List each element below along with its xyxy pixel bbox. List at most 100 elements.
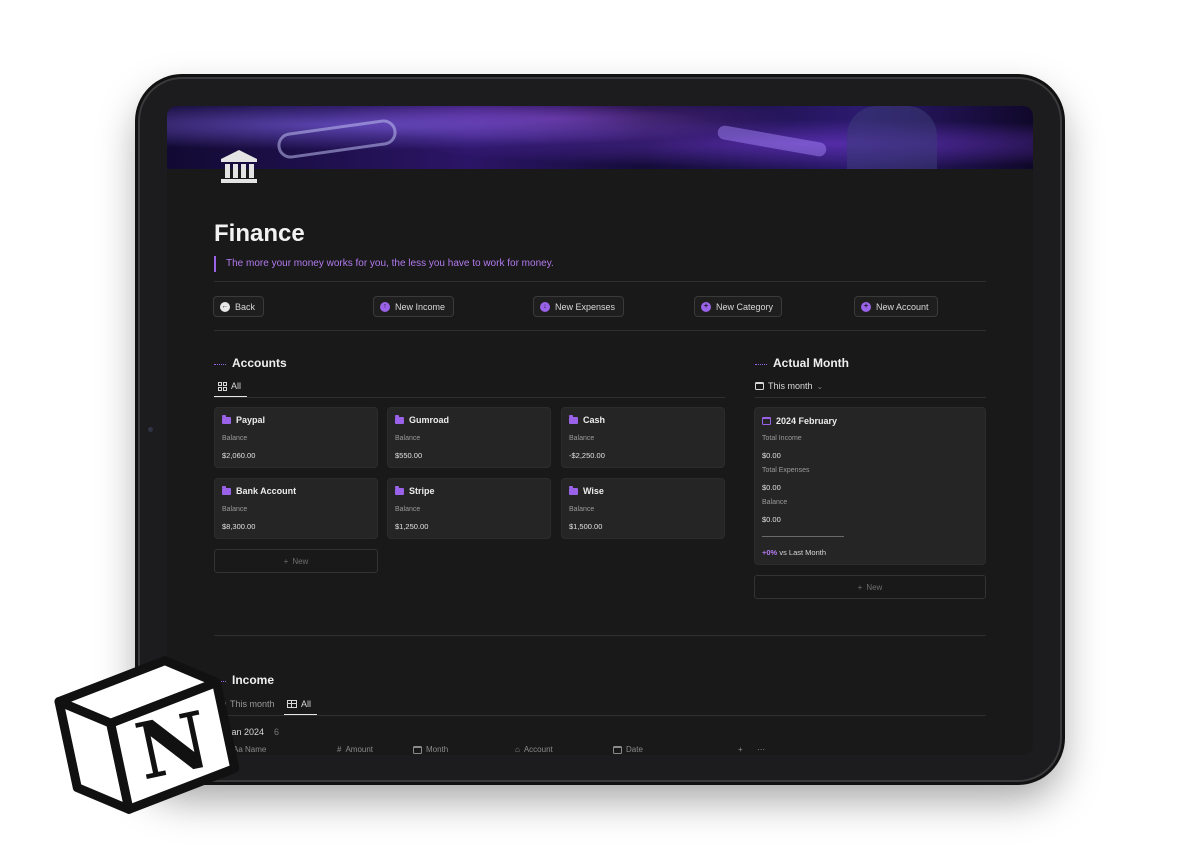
gallery-icon	[218, 381, 227, 391]
folder-icon	[569, 485, 578, 495]
tab-divider	[214, 715, 986, 716]
plus-circle-icon: +	[861, 301, 871, 312]
account-card[interactable]: Stripe Balance $1,250.00	[387, 478, 551, 539]
tab-divider	[755, 397, 986, 398]
accounts-heading[interactable]: Accounts	[214, 356, 287, 370]
progress-line	[762, 536, 844, 537]
plus-icon: +	[857, 582, 863, 592]
balance-value: $0.00	[762, 515, 781, 524]
more-icon: ⋯	[757, 745, 765, 754]
new-income-label: New Income	[395, 301, 446, 312]
month-title: 2024 February	[776, 416, 838, 426]
camera-dot	[148, 427, 153, 432]
add-column-button[interactable]: +	[738, 745, 743, 754]
notion-page: Finance The more your money works for yo…	[167, 106, 1033, 755]
stage: Finance The more your money works for yo…	[0, 0, 1190, 867]
arrow-down-icon: ↓	[540, 301, 550, 312]
balance-value: $1,500.00	[569, 522, 603, 531]
balance-label: Balance	[569, 506, 595, 513]
new-expenses-label: New Expenses	[555, 301, 616, 312]
back-button[interactable]: ← Back	[213, 296, 265, 317]
cover-decoration	[275, 117, 399, 161]
column-header-month[interactable]: Month	[413, 745, 448, 754]
tab-label: All	[301, 699, 312, 709]
column-header-date[interactable]: Date	[613, 745, 643, 754]
page-cover[interactable]	[167, 106, 1033, 169]
change-text: vs Last Month	[779, 548, 827, 557]
new-account-card-button[interactable]: + New	[214, 549, 378, 573]
divider	[214, 281, 986, 282]
tab-income-all[interactable]: All	[287, 699, 311, 709]
column-header-account[interactable]: ⌂ Account	[515, 745, 553, 754]
bank-icon[interactable]	[219, 148, 259, 186]
actual-month-heading[interactable]: Actual Month	[755, 356, 849, 370]
balance-value: -$2,250.00	[569, 451, 605, 460]
total-expenses-value: $0.00	[762, 483, 781, 492]
more-options-button[interactable]: ⋯	[757, 745, 765, 754]
calendar-icon	[762, 417, 771, 425]
arrow-left-icon: ←	[220, 301, 230, 312]
balance-value: $1,250.00	[395, 522, 429, 531]
bank-icon: ⌂	[515, 745, 520, 754]
plus-icon: +	[283, 556, 289, 566]
new-category-button[interactable]: + New Category	[694, 296, 783, 317]
new-category-label: New Category	[716, 301, 774, 312]
account-card[interactable]: Paypal Balance $2,060.00	[214, 407, 378, 468]
chevron-down-icon: ⌄	[816, 381, 824, 391]
calendar-icon	[755, 382, 764, 390]
change-percent: +0%	[762, 548, 778, 557]
balance-label: Balance	[762, 499, 788, 506]
balance-label: Balance	[222, 435, 248, 442]
folder-icon	[569, 414, 578, 424]
new-income-button[interactable]: ↑ New Income	[373, 296, 455, 317]
divider	[214, 635, 986, 636]
balance-label: Balance	[395, 435, 421, 442]
actual-month-heading-label: Actual Month	[773, 356, 849, 370]
calendar-icon	[413, 745, 422, 754]
account-card[interactable]: Wise Balance $1,500.00	[561, 478, 725, 539]
new-account-label: New Account	[876, 301, 929, 312]
tab-label: This month	[768, 381, 813, 391]
divider	[214, 330, 986, 331]
account-name: Bank Account	[236, 486, 297, 496]
tab-this-month[interactable]: This month ⌄	[755, 381, 823, 391]
new-label: New	[292, 556, 309, 566]
balance-value: $2,060.00	[222, 451, 256, 460]
month-summary-card[interactable]: 2024 February Total Income $0.00 Total E…	[754, 407, 986, 565]
wave-icon	[755, 361, 767, 365]
arrow-up-icon: ↑	[380, 301, 390, 312]
new-label: New	[866, 582, 883, 592]
account-card[interactable]: Gumroad Balance $550.00	[387, 407, 551, 468]
page-quote[interactable]: The more your money works for you, the l…	[214, 256, 554, 272]
column-header-amount[interactable]: # Amount	[337, 745, 373, 754]
balance-label: Balance	[395, 506, 421, 513]
folder-icon	[395, 485, 404, 495]
tab-label: All	[231, 381, 242, 391]
balance-value: $8,300.00	[222, 522, 256, 531]
balance-label: Balance	[222, 506, 248, 513]
folder-icon	[222, 485, 231, 495]
new-account-button[interactable]: + New Account	[854, 296, 938, 317]
account-card[interactable]: Cash Balance -$2,250.00	[561, 407, 725, 468]
folder-icon	[222, 414, 231, 424]
group-count: 6	[274, 727, 280, 737]
account-name: Gumroad	[409, 415, 450, 425]
cover-decoration	[847, 106, 937, 169]
account-name: Cash	[583, 415, 606, 425]
balance-label: Balance	[569, 435, 595, 442]
page-title[interactable]: Finance	[214, 220, 305, 248]
tab-divider	[214, 397, 725, 398]
folder-icon	[395, 414, 404, 424]
cover-decoration	[716, 124, 828, 158]
new-month-button[interactable]: + New	[754, 575, 986, 599]
account-card[interactable]: Bank Account Balance $8,300.00	[214, 478, 378, 539]
plus-icon: +	[738, 745, 743, 754]
account-name: Stripe	[409, 486, 435, 496]
balance-value: $550.00	[395, 451, 423, 460]
account-name: Paypal	[236, 415, 266, 425]
plus-circle-icon: +	[701, 301, 711, 312]
tab-accounts-all[interactable]: All	[218, 381, 241, 391]
new-expenses-button[interactable]: ↓ New Expenses	[533, 296, 625, 317]
account-name: Wise	[583, 486, 604, 496]
table-icon	[287, 700, 297, 708]
